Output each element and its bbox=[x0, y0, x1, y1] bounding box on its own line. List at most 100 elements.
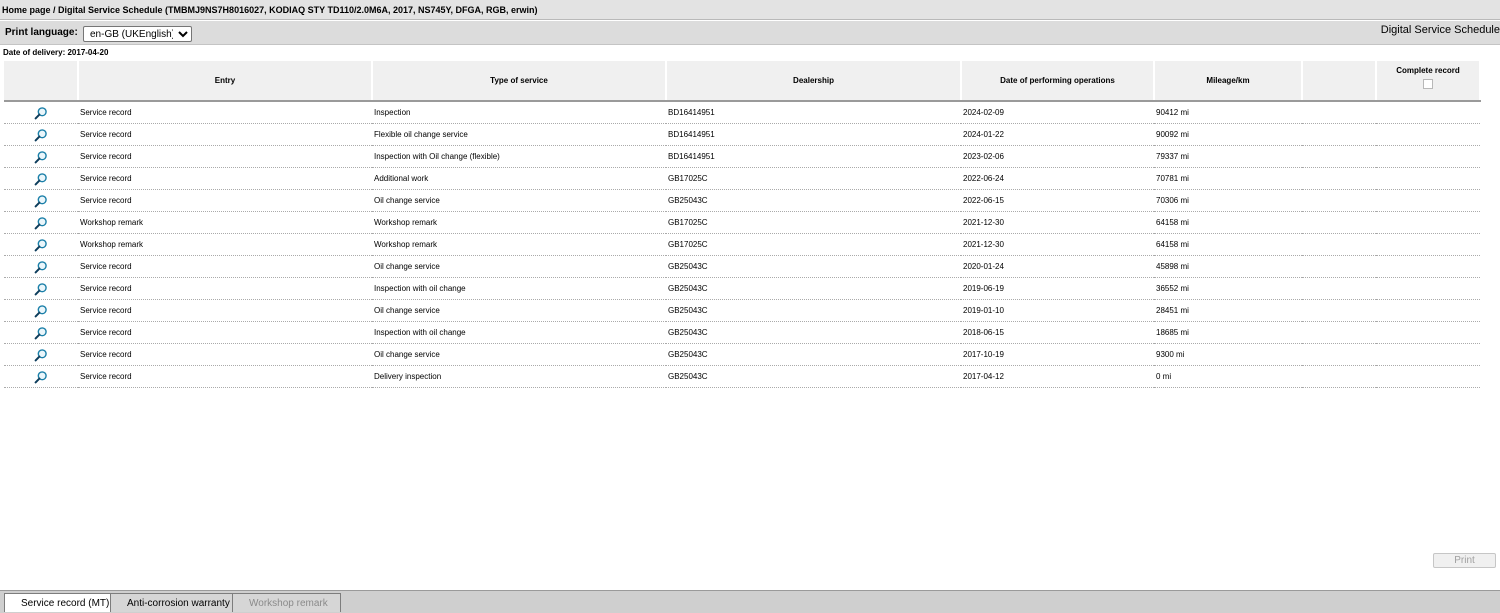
magnifier-icon[interactable] bbox=[34, 282, 48, 296]
table-row[interactable]: Service record Inspection with Oil change… bbox=[4, 145, 1480, 168]
table-row[interactable]: Service record Flexible oil change servic… bbox=[4, 123, 1480, 146]
cell-mileage: 9300 mi bbox=[1154, 343, 1302, 366]
table-body: Service record Inspection BD16414951 2024-0… bbox=[4, 101, 1480, 388]
cell-entry: Service record bbox=[78, 299, 372, 322]
cell-complete-record bbox=[1376, 189, 1480, 212]
print-language-label: Print language: bbox=[5, 27, 78, 38]
cell-entry: Workshop remark bbox=[78, 233, 372, 256]
table-row[interactable]: Service record Oil change service GB25043C… bbox=[4, 343, 1480, 366]
cell-type-of-service: Oil change service bbox=[372, 343, 666, 366]
row-detail-cell bbox=[4, 211, 78, 234]
cell-empty bbox=[1302, 211, 1376, 234]
cell-complete-record bbox=[1376, 343, 1480, 366]
table-row[interactable]: Service record Oil change service GB25043C… bbox=[4, 255, 1480, 278]
cell-entry: Service record bbox=[78, 101, 372, 124]
header-date[interactable]: Date of performing operations bbox=[961, 61, 1155, 102]
cell-empty bbox=[1302, 145, 1376, 168]
header-complete-record: Complete record bbox=[1376, 61, 1481, 102]
magnifier-icon[interactable] bbox=[34, 238, 48, 252]
cell-date: 2022-06-24 bbox=[961, 167, 1154, 190]
table-row[interactable]: Service record Inspection with oil change… bbox=[4, 321, 1480, 344]
magnifier-icon[interactable] bbox=[34, 326, 48, 340]
cell-type-of-service: Workshop remark bbox=[372, 233, 666, 256]
magnifier-icon[interactable] bbox=[34, 304, 48, 318]
tab-workshop-remark[interactable]: Workshop remark bbox=[232, 593, 341, 612]
print-button[interactable]: Print bbox=[1433, 553, 1496, 568]
cell-entry: Service record bbox=[78, 145, 372, 168]
cell-date: 2024-01-22 bbox=[961, 123, 1154, 146]
magnifier-icon[interactable] bbox=[34, 194, 48, 208]
cell-dealership: GB17025C bbox=[666, 167, 961, 190]
toolbar: Print language: en-GB (UKEnglish) Digita… bbox=[0, 21, 1500, 45]
magnifier-icon[interactable] bbox=[34, 260, 48, 274]
table-row[interactable]: Service record Additional work GB17025C 202… bbox=[4, 167, 1480, 190]
cell-mileage: 18685 mi bbox=[1154, 321, 1302, 344]
cell-type-of-service: Flexible oil change service bbox=[372, 123, 666, 146]
print-language-select[interactable]: en-GB (UKEnglish) bbox=[83, 26, 192, 42]
cell-complete-record bbox=[1376, 233, 1480, 256]
magnifier-icon[interactable] bbox=[34, 106, 48, 120]
cell-complete-record bbox=[1376, 365, 1480, 388]
magnifier-icon[interactable] bbox=[34, 128, 48, 142]
magnifier-icon[interactable] bbox=[34, 172, 48, 186]
complete-record-checkbox[interactable] bbox=[1423, 79, 1433, 89]
row-detail-cell bbox=[4, 277, 78, 300]
cell-entry: Service record bbox=[78, 189, 372, 212]
cell-mileage: 79337 mi bbox=[1154, 145, 1302, 168]
cell-entry: Service record bbox=[78, 123, 372, 146]
cell-type-of-service: Delivery inspection bbox=[372, 365, 666, 388]
magnifier-icon[interactable] bbox=[34, 216, 48, 230]
header-empty bbox=[1302, 61, 1377, 102]
cell-mileage: 70781 mi bbox=[1154, 167, 1302, 190]
cell-empty bbox=[1302, 123, 1376, 146]
header-icon-column bbox=[4, 61, 79, 102]
breadcrumb: Home page / Digital Service Schedule (TM… bbox=[0, 0, 1500, 20]
cell-empty bbox=[1302, 321, 1376, 344]
cell-dealership: BD16414951 bbox=[666, 123, 961, 146]
service-table-container: Entry Type of service Dealership Date of… bbox=[4, 61, 1481, 388]
cell-entry: Service record bbox=[78, 365, 372, 388]
cell-dealership: GB25043C bbox=[666, 299, 961, 322]
cell-type-of-service: Inspection with Oil change (flexible) bbox=[372, 145, 666, 168]
table-row[interactable]: Workshop remark Workshop remark GB17025C 20… bbox=[4, 233, 1480, 256]
cell-empty bbox=[1302, 167, 1376, 190]
header-mileage[interactable]: Mileage/km bbox=[1154, 61, 1303, 102]
header-dealership[interactable]: Dealership bbox=[666, 61, 962, 102]
table-header-row: Entry Type of service Dealership Date of… bbox=[4, 61, 1481, 102]
cell-dealership: BD16414951 bbox=[666, 101, 961, 124]
row-detail-cell bbox=[4, 365, 78, 388]
cell-date: 2018-06-15 bbox=[961, 321, 1154, 344]
tab-service-record[interactable]: Service record (MT) bbox=[4, 593, 123, 612]
cell-complete-record bbox=[1376, 101, 1480, 124]
cell-entry: Service record bbox=[78, 167, 372, 190]
cell-date: 2021-12-30 bbox=[961, 233, 1154, 256]
cell-mileage: 90092 mi bbox=[1154, 123, 1302, 146]
table-row[interactable]: Service record Delivery inspection GB25043… bbox=[4, 365, 1480, 388]
magnifier-icon[interactable] bbox=[34, 370, 48, 384]
magnifier-icon[interactable] bbox=[34, 348, 48, 362]
table-row[interactable]: Workshop remark Workshop remark GB17025C 20… bbox=[4, 211, 1480, 234]
table-row[interactable]: Service record Inspection with oil change… bbox=[4, 277, 1480, 300]
cell-dealership: GB17025C bbox=[666, 211, 961, 234]
header-entry[interactable]: Entry bbox=[78, 61, 373, 102]
row-detail-cell bbox=[4, 189, 78, 212]
delivery-date: Date of delivery: 2017-04-20 bbox=[3, 48, 109, 57]
cell-dealership: BD16414951 bbox=[666, 145, 961, 168]
cell-empty bbox=[1302, 233, 1376, 256]
tab-anti-corrosion-warranty[interactable]: Anti-corrosion warranty bbox=[110, 593, 243, 612]
table-row[interactable]: Service record Oil change service GB25043C… bbox=[4, 189, 1480, 212]
magnifier-icon[interactable] bbox=[34, 150, 48, 164]
service-table: Entry Type of service Dealership Date of… bbox=[4, 61, 1481, 388]
cell-entry: Service record bbox=[78, 321, 372, 344]
header-type-of-service[interactable]: Type of service bbox=[372, 61, 667, 102]
table-row[interactable]: Service record Inspection BD16414951 2024-0… bbox=[4, 101, 1480, 124]
cell-date: 2023-02-06 bbox=[961, 145, 1154, 168]
row-detail-cell bbox=[4, 321, 78, 344]
table-row[interactable]: Service record Oil change service GB25043C… bbox=[4, 299, 1480, 322]
cell-empty bbox=[1302, 255, 1376, 278]
row-detail-cell bbox=[4, 101, 78, 124]
cell-type-of-service: Inspection with oil change bbox=[372, 277, 666, 300]
cell-empty bbox=[1302, 277, 1376, 300]
row-detail-cell bbox=[4, 167, 78, 190]
app-title: Digital Service Schedule bbox=[1380, 24, 1500, 36]
